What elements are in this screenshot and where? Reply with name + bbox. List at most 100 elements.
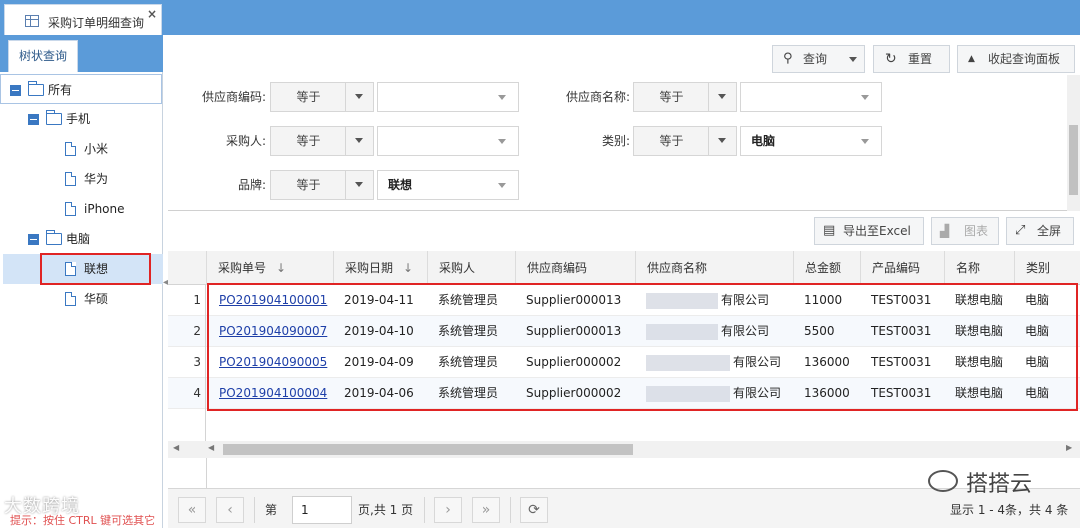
next-page-button[interactable]: › bbox=[434, 497, 462, 523]
column-header-date[interactable]: 采购日期 ↓ bbox=[333, 251, 427, 285]
supplier-name-operator[interactable]: 等于 bbox=[633, 82, 737, 112]
buyer-operator[interactable]: 等于 bbox=[270, 126, 374, 156]
column-header-order[interactable]: 采购单号 ↓ bbox=[206, 251, 333, 285]
category-operator[interactable]: 等于 bbox=[633, 126, 737, 156]
tree-node-asus[interactable]: 华硕 bbox=[0, 284, 162, 314]
dropdown-caret-icon bbox=[849, 57, 857, 62]
supplier-code-operator[interactable]: 等于 bbox=[270, 82, 374, 112]
page-summary: 显示 1 - 4条，共 4 条 bbox=[950, 503, 1069, 517]
pagination-bar: « ‹ 第 1 页,共 1 页 › » ⟳ 显示 1 - 4条，共 4 条 bbox=[168, 488, 1080, 528]
scroll-thumb[interactable] bbox=[1069, 125, 1078, 195]
page-number-input[interactable]: 1 bbox=[292, 496, 352, 524]
tab-title: 采购订单明细查询 bbox=[48, 16, 145, 30]
file-icon bbox=[65, 292, 76, 306]
collapse-panel-button[interactable]: ▲ 收起查询面板 bbox=[957, 45, 1075, 73]
horizontal-scrollbar[interactable]: ◀ ◀ ▶ bbox=[168, 441, 1080, 458]
supplier-name-select[interactable] bbox=[740, 82, 882, 112]
sidebar-header: 树状查询 bbox=[0, 35, 163, 72]
tree-node-iphone[interactable]: iPhone bbox=[0, 194, 162, 224]
filter-label: 品牌: bbox=[237, 178, 266, 192]
sort-down-icon[interactable]: ↓ bbox=[403, 261, 413, 275]
divider bbox=[424, 497, 425, 523]
tree-node-computer[interactable]: 电脑 bbox=[0, 224, 162, 254]
search-icon: ⚲ bbox=[783, 51, 793, 66]
tab-tree-query[interactable]: 树状查询 bbox=[8, 40, 78, 72]
query-scrollbar[interactable] bbox=[1067, 75, 1080, 211]
close-icon[interactable]: × bbox=[147, 7, 157, 21]
tree-label: 所有 bbox=[48, 83, 73, 97]
tree-node-xiaomi[interactable]: 小米 bbox=[0, 134, 162, 164]
dropdown-caret-icon bbox=[355, 94, 363, 99]
tree-label: 华为 bbox=[84, 172, 109, 186]
brand-select[interactable]: 联想 bbox=[377, 170, 519, 200]
fullscreen-button[interactable]: ⤢ 全屏 bbox=[1006, 217, 1074, 245]
tree-node-phone[interactable]: 手机 bbox=[0, 104, 162, 134]
row-number: 1 bbox=[168, 285, 206, 316]
tree-node-all[interactable]: 所有 bbox=[0, 74, 162, 104]
folder-open-icon bbox=[46, 110, 62, 125]
file-icon bbox=[65, 142, 76, 156]
filter-label: 采购人: bbox=[225, 134, 266, 148]
refresh-icon: ↻ bbox=[885, 51, 897, 67]
row-number: 2 bbox=[168, 316, 206, 347]
first-page-button[interactable]: « bbox=[178, 497, 206, 523]
category-select[interactable]: 电脑 bbox=[740, 126, 882, 156]
row-number: 3 bbox=[168, 347, 206, 378]
prev-page-button[interactable]: ‹ bbox=[216, 497, 244, 523]
export-excel-button[interactable]: ▤ 导出至Excel bbox=[814, 217, 924, 245]
wechat-icon bbox=[928, 470, 958, 492]
tree-label: 手机 bbox=[66, 112, 91, 126]
page-total: 页,共 1 页 bbox=[358, 503, 414, 517]
scroll-right-icon[interactable]: ▶ bbox=[1066, 443, 1072, 452]
column-header-amount[interactable]: 总金额 bbox=[793, 251, 860, 285]
dropdown-caret-icon bbox=[718, 138, 726, 143]
column-header-supplier-code[interactable]: 供应商编码 bbox=[515, 251, 635, 285]
sort-down-icon[interactable]: ↓ bbox=[276, 261, 286, 275]
file-icon bbox=[65, 202, 76, 216]
top-tab-bar: 采购订单明细查询 × bbox=[0, 0, 1080, 35]
buyer-select[interactable] bbox=[377, 126, 519, 156]
collapse-icon[interactable] bbox=[10, 85, 21, 96]
chart-icon: ▟ bbox=[940, 224, 950, 238]
dropdown-caret-icon bbox=[718, 94, 726, 99]
chart-button[interactable]: ▟ 图表 bbox=[931, 217, 999, 245]
tree-label: 小米 bbox=[84, 142, 109, 156]
column-header-supplier-name[interactable]: 供应商名称 bbox=[635, 251, 793, 285]
collapse-icon[interactable] bbox=[28, 234, 39, 245]
scroll-left-icon[interactable]: ◀ bbox=[173, 443, 179, 452]
column-header-buyer[interactable]: 采购人 bbox=[427, 251, 515, 285]
expand-icon: ⤢ bbox=[1015, 223, 1026, 238]
column-header-name[interactable]: 名称 bbox=[944, 251, 1014, 285]
tree-label: iPhone bbox=[84, 202, 125, 216]
brand-operator[interactable]: 等于 bbox=[270, 170, 374, 200]
filter-label: 类别: bbox=[601, 134, 630, 148]
grid-header: 采购单号 ↓ 采购日期 ↓ 采购人 供应商编码 供应商名称 总金额 产品编码 名称 … bbox=[168, 251, 1080, 285]
scroll-thumb[interactable] bbox=[223, 444, 633, 455]
dropdown-caret-icon bbox=[355, 182, 363, 187]
dropdown-caret-icon bbox=[861, 139, 869, 144]
scroll-left-icon[interactable]: ◀ bbox=[208, 443, 214, 452]
filter-label: 供应商编码: bbox=[201, 90, 266, 104]
query-button[interactable]: ⚲ 查询 bbox=[772, 45, 865, 73]
supplier-code-select[interactable] bbox=[377, 82, 519, 112]
highlight-box bbox=[40, 253, 151, 285]
last-page-button[interactable]: » bbox=[472, 497, 500, 523]
folder-open-icon bbox=[46, 230, 62, 245]
collapse-icon[interactable] bbox=[28, 114, 39, 125]
row-number-gutter bbox=[168, 409, 206, 441]
dropdown-caret-icon bbox=[498, 95, 506, 100]
tree-node-huawei[interactable]: 华为 bbox=[0, 164, 162, 194]
divider bbox=[254, 497, 255, 523]
table-icon bbox=[25, 15, 39, 27]
watermark-left: 大数跨境 bbox=[4, 496, 80, 517]
column-header-category[interactable]: 类别 bbox=[1014, 251, 1080, 285]
refresh-button[interactable]: ⟳ bbox=[520, 497, 548, 523]
highlight-box bbox=[207, 283, 1078, 411]
reset-button[interactable]: ↻ 重置 bbox=[873, 45, 950, 73]
column-header-product-code[interactable]: 产品编码 bbox=[860, 251, 944, 285]
row-number: 4 bbox=[168, 378, 206, 409]
tab-purchase-order-detail[interactable]: 采购订单明细查询 × bbox=[4, 4, 162, 35]
tree-label: 电脑 bbox=[66, 232, 91, 246]
file-icon bbox=[65, 172, 76, 186]
excel-file-icon: ▤ bbox=[823, 223, 836, 238]
